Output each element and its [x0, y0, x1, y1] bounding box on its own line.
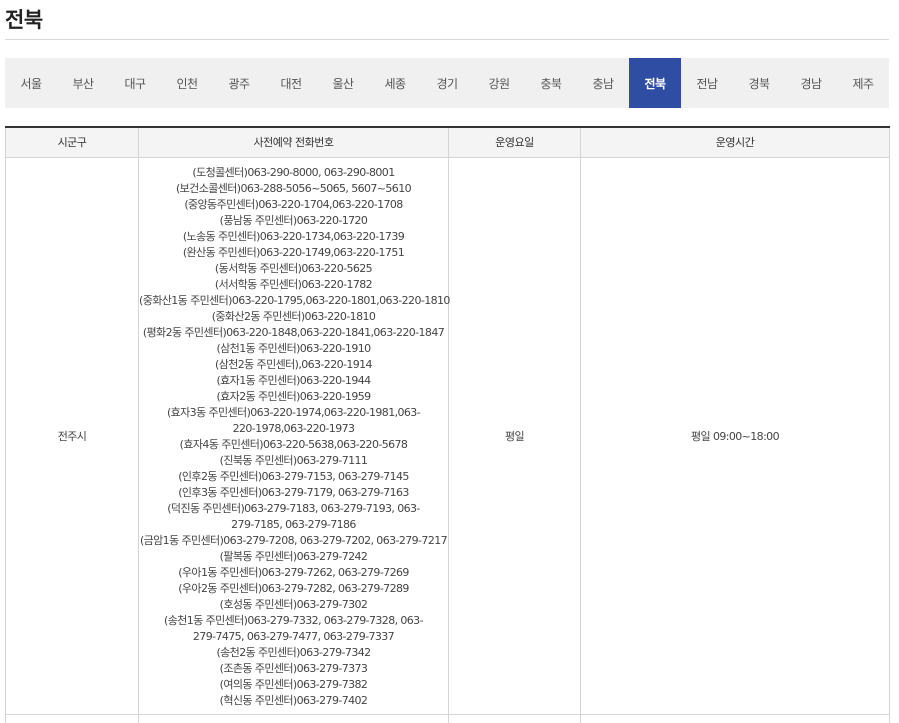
phone-entry: (중앙동주민센터)063-220-1704,063-220-1708 — [184, 197, 403, 211]
tab-region-8[interactable]: 경기 — [421, 58, 473, 108]
days-cell — [448, 713, 581, 723]
days-cell: 평일 — [448, 156, 581, 715]
reservation-table: 시군구 사전예약 전화번호 운영요일 운영시간 전주시 (도청콜센터)063-2… — [5, 126, 890, 723]
phone-entry: (효자4동 주민센터)063-220-5638,063-220-5678 — [179, 437, 408, 451]
phone-entry: (효자3동 주민센터)063-220-1974,063-220-1981,063… — [166, 405, 421, 435]
phone-entry: (인후2동 주민센터)063-279-7153, 063-279-7145 — [178, 469, 409, 483]
header-hours: 운영시간 — [580, 127, 890, 158]
phone-entry: (효자1동 주민센터)063-220-1944 — [216, 373, 371, 387]
phone-entry: (혁신동 주민센터)063-279-7402 — [219, 693, 368, 707]
tab-region-10[interactable]: 충북 — [525, 58, 577, 108]
tab-region-5[interactable]: 대전 — [265, 58, 317, 108]
phone-entry: (도청콜센터)063-290-8000, 063-290-8001 — [192, 165, 395, 179]
hours-cell — [580, 713, 890, 723]
phone-cell — [138, 713, 449, 723]
phone-entry: (중화산2동 주민센터)063-220-1810 — [211, 309, 376, 323]
tab-region-12[interactable]: 전북 — [629, 58, 681, 108]
table-header-row: 시군구 사전예약 전화번호 운영요일 운영시간 — [5, 127, 890, 158]
phone-entry: (조촌동 주민센터)063-279-7373 — [219, 661, 368, 675]
phone-entry: (송천1동 주민센터)063-279-7332, 063-279-7328, 0… — [164, 613, 424, 643]
phone-entry: (금암1동 주민센터)063-279-7208, 063-279-7202, 0… — [139, 533, 448, 547]
district-cell — [5, 713, 139, 723]
tab-region-4[interactable]: 광주 — [213, 58, 265, 108]
title-divider — [5, 39, 889, 40]
phone-entry: (송천2동 주민센터)063-279-7342 — [216, 645, 371, 659]
tab-region-7[interactable]: 세종 — [369, 58, 421, 108]
tab-region-3[interactable]: 인천 — [161, 58, 213, 108]
tab-region-14[interactable]: 경북 — [733, 58, 785, 108]
table-row — [5, 713, 890, 723]
phone-entry: (보건소콜센터)063-288-5056~5065, 5607~5610 — [175, 181, 412, 195]
tab-region-1[interactable]: 부산 — [57, 58, 109, 108]
phone-entry: (서서학동 주민센터)063-220-1782 — [214, 277, 373, 291]
phone-entry: (우아2동 주민센터)063-279-7282, 063-279-7289 — [178, 581, 409, 595]
tab-region-13[interactable]: 전남 — [681, 58, 733, 108]
hours-cell: 평일 09:00~18:00 — [580, 156, 890, 715]
header-district: 시군구 — [5, 127, 139, 158]
phone-entry: (동서학동 주민센터)063-220-5625 — [214, 261, 373, 275]
phone-entry: (진북동 주민센터)063-279-7111 — [219, 453, 368, 467]
district-cell: 전주시 — [5, 156, 139, 715]
phone-cell: (도청콜센터)063-290-8000, 063-290-8001 (보건소콜센터… — [138, 156, 450, 715]
phone-entry: (여의동 주민센터)063-279-7382 — [219, 677, 368, 691]
phone-entry: (풍남동 주민센터)063-220-1720 — [219, 213, 368, 227]
phone-entry: (중화산1동 주민센터)063-220-1795,063-220-1801,06… — [139, 293, 450, 307]
tab-region-0[interactable]: 서울 — [5, 58, 57, 108]
phone-entry: (효자2동 주민센터)063-220-1959 — [216, 389, 371, 403]
table-row: 전주시 (도청콜센터)063-290-8000, 063-290-8001 (보건… — [5, 156, 890, 715]
phone-entry: (삼천1동 주민센터)063-220-1910 — [216, 341, 371, 355]
phone-entry: (호성동 주민센터)063-279-7302 — [219, 597, 368, 611]
phone-entry: (팔복동 주민센터)063-279-7242 — [219, 549, 368, 563]
tab-region-9[interactable]: 강원 — [473, 58, 525, 108]
header-days: 운영요일 — [448, 127, 581, 158]
region-tabs: 서울 부산 대구 인천 광주 대전 울산 세종 경기 강원 충북 충남 전북 전남 경북 경남 제주 — [5, 58, 889, 108]
tab-region-6[interactable]: 울산 — [317, 58, 369, 108]
phone-entry: (삼천2동 주민센터),063-220-1914 — [215, 357, 373, 371]
tab-region-2[interactable]: 대구 — [109, 58, 161, 108]
phone-entry: (우아1동 주민센터)063-279-7262, 063-279-7269 — [178, 565, 409, 579]
tab-region-15[interactable]: 경남 — [785, 58, 837, 108]
tab-region-16[interactable]: 제주 — [837, 58, 889, 108]
phone-entry: (평화2동 주민센터)063-220-1848,063-220-1841,063… — [142, 325, 445, 339]
page-title: 전북 — [5, 8, 43, 32]
tab-region-11[interactable]: 충남 — [577, 58, 629, 108]
phone-entry: (인후3동 주민센터)063-279-7179, 063-279-7163 — [178, 485, 409, 499]
phone-entry: (노송동 주민센터)063-220-1734,063-220-1739 — [182, 229, 405, 243]
header-phone: 사전예약 전화번호 — [138, 127, 449, 158]
phone-entry: (완산동 주민센터)063-220-1749,063-220-1751 — [182, 245, 405, 259]
phone-entry: (덕진동 주민센터)063-279-7183, 063-279-7193, 06… — [167, 501, 420, 531]
